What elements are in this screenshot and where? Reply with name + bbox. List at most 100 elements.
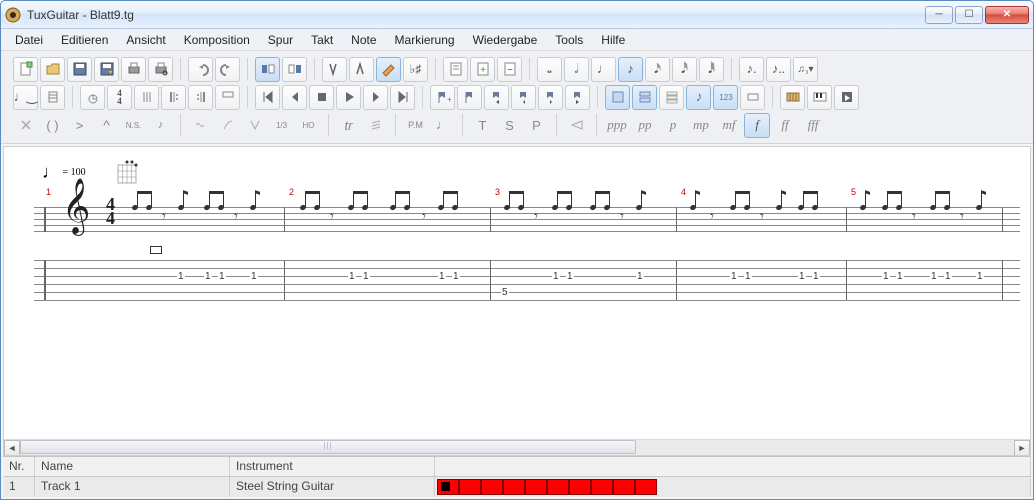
edit-mode-selection-button[interactable]: [255, 57, 280, 82]
track-measure-cell[interactable]: [459, 479, 481, 495]
marker-first-button[interactable]: [484, 85, 509, 110]
dynamic-mf-button[interactable]: mf: [716, 113, 742, 138]
ghost-note-button[interactable]: ( ): [40, 113, 65, 138]
tied-note-button[interactable]: ♩‿: [13, 85, 38, 110]
marker-add-button[interactable]: +: [430, 85, 455, 110]
duration-sixtyfourth-button[interactable]: 𝅘𝅥𝅱: [699, 57, 724, 82]
dynamic-mp-button[interactable]: mp: [688, 113, 714, 138]
dynamic-fff-button[interactable]: fff: [800, 113, 826, 138]
sharp-flat-mode-button[interactable]: [376, 57, 401, 82]
hammer-button[interactable]: HO: [296, 113, 321, 138]
slapping-button[interactable]: S: [497, 113, 522, 138]
clef-button[interactable]: [134, 85, 159, 110]
dotted-button[interactable]: ♪.: [739, 57, 764, 82]
harmonic-button[interactable]: N.S.: [121, 113, 146, 138]
palm-mute-button[interactable]: P.M: [403, 113, 428, 138]
transport-last-button[interactable]: [390, 85, 415, 110]
transport-first-button[interactable]: [255, 85, 280, 110]
dynamic-p-button[interactable]: p: [660, 113, 686, 138]
natural-mode-button[interactable]: ♭♯: [403, 57, 428, 82]
remove-track-button[interactable]: −: [497, 57, 522, 82]
menu-ansicht[interactable]: Ansicht: [118, 31, 173, 49]
view-multitrack-button[interactable]: [659, 85, 684, 110]
accent-button[interactable]: >: [67, 113, 92, 138]
tremolo-bar-button[interactable]: [242, 113, 267, 138]
view-tablature-button[interactable]: 123: [713, 85, 738, 110]
menu-markierung[interactable]: Markierung: [387, 31, 463, 49]
menu-editieren[interactable]: Editieren: [53, 31, 116, 49]
print-preview-button[interactable]: [148, 57, 173, 82]
dynamic-ppp-button[interactable]: ppp: [604, 113, 630, 138]
open-button[interactable]: [40, 57, 65, 82]
tremolo-picking-button[interactable]: [363, 113, 388, 138]
dynamic-ff-button[interactable]: ff: [772, 113, 798, 138]
repeat-open-button[interactable]: [161, 85, 186, 110]
dead-note-button[interactable]: [13, 113, 38, 138]
properties-button[interactable]: [443, 57, 468, 82]
duration-eighth-button[interactable]: ♪: [618, 57, 643, 82]
voice-1-button[interactable]: [322, 57, 347, 82]
dynamic-f-button[interactable]: f: [744, 113, 770, 138]
slide-button[interactable]: 1/3: [269, 113, 294, 138]
horizontal-scrollbar[interactable]: [20, 440, 1014, 456]
track-measure-cell[interactable]: [547, 479, 569, 495]
chord-button[interactable]: [40, 85, 65, 110]
duration-sixteenth-button[interactable]: 𝅘𝅥𝅯: [645, 57, 670, 82]
menu-komposition[interactable]: Komposition: [176, 31, 258, 49]
transport-next-button[interactable]: [363, 85, 388, 110]
tapping-button[interactable]: T: [470, 113, 495, 138]
menu-wiedergabe[interactable]: Wiedergabe: [465, 31, 546, 49]
marker-next-button[interactable]: [538, 85, 563, 110]
redo-button[interactable]: [215, 57, 240, 82]
print-button[interactable]: [121, 57, 146, 82]
duration-whole-button[interactable]: 𝅝: [537, 57, 562, 82]
time-signature-button[interactable]: 44: [107, 85, 132, 110]
transport-play-button[interactable]: [336, 85, 361, 110]
vibrato-button[interactable]: [188, 113, 213, 138]
track-measure-cell[interactable]: [437, 479, 459, 495]
tuplet-button[interactable]: ♫₃▾: [793, 57, 818, 82]
staccato-button[interactable]: ♩: [430, 113, 455, 138]
view-score-button[interactable]: ♪: [686, 85, 711, 110]
duration-half-button[interactable]: 𝅗𝅥: [564, 57, 589, 82]
repeat-alternative-button[interactable]: [215, 85, 240, 110]
fade-in-button[interactable]: [564, 113, 589, 138]
menu-note[interactable]: Note: [343, 31, 384, 49]
tempo-button[interactable]: [80, 85, 105, 110]
trill-button[interactable]: tr: [336, 113, 361, 138]
track-row[interactable]: 1 Track 1 Steel String Guitar: [3, 477, 1031, 497]
piano-button[interactable]: [807, 85, 832, 110]
track-measure-cell[interactable]: [613, 479, 635, 495]
transport-stop-button[interactable]: [309, 85, 334, 110]
menu-spur[interactable]: Spur: [260, 31, 301, 49]
grace-before-button[interactable]: ♪: [148, 113, 173, 138]
bend-button[interactable]: [215, 113, 240, 138]
add-track-button[interactable]: +: [470, 57, 495, 82]
save-button[interactable]: [67, 57, 92, 82]
scroll-left-button[interactable]: ◄: [4, 440, 20, 456]
view-linear-button[interactable]: [632, 85, 657, 110]
menu-tools[interactable]: Tools: [547, 31, 591, 49]
minimize-button[interactable]: ─: [925, 6, 953, 24]
undo-button[interactable]: [188, 57, 213, 82]
marker-list-button[interactable]: [457, 85, 482, 110]
duration-quarter-button[interactable]: ♩: [591, 57, 616, 82]
menu-hilfe[interactable]: Hilfe: [593, 31, 633, 49]
edit-mode-score-button[interactable]: [282, 57, 307, 82]
double-dotted-button[interactable]: ♪..: [766, 57, 791, 82]
view-compact-button[interactable]: [740, 85, 765, 110]
new-button[interactable]: [13, 57, 38, 82]
voice-2-button[interactable]: [349, 57, 374, 82]
score-editor[interactable]: ♩ = 100 1 2 3 4 5 𝄞 44: [3, 146, 1031, 456]
transport-prev-button[interactable]: [282, 85, 307, 110]
heavy-accent-button[interactable]: ^: [94, 113, 119, 138]
popping-button[interactable]: P: [524, 113, 549, 138]
matrix-button[interactable]: [834, 85, 859, 110]
fretboard-button[interactable]: [780, 85, 805, 110]
track-measure-cell[interactable]: [481, 479, 503, 495]
track-measures[interactable]: [435, 477, 1031, 497]
repeat-close-button[interactable]: [188, 85, 213, 110]
scroll-right-button[interactable]: ►: [1014, 440, 1030, 456]
dynamic-pp-button[interactable]: pp: [632, 113, 658, 138]
marker-last-button[interactable]: [565, 85, 590, 110]
